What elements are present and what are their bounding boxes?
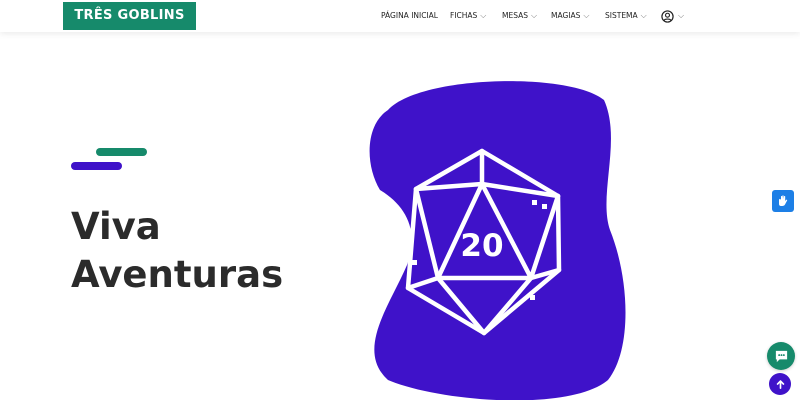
chevron-down-icon: ⌵	[531, 11, 538, 20]
back-to-top-button[interactable]	[769, 373, 791, 395]
headline-line-1: Viva	[71, 205, 161, 248]
nav-item-mesas[interactable]: MESAS ⌵	[502, 0, 537, 32]
chevron-down-icon: ⌵	[480, 11, 487, 20]
nav-item-label: SISTEMA	[605, 11, 638, 20]
accent-bar-purple	[71, 162, 122, 170]
nav-item-magias[interactable]: MAGIAS ⌵	[551, 0, 589, 32]
chevron-down-icon: ⌵	[640, 11, 647, 20]
nav-item-label: FICHAS	[450, 11, 478, 20]
nav-item-label: MESAS	[502, 11, 529, 20]
chevron-down-icon: ⌵	[583, 11, 590, 20]
brand-logo[interactable]: TRÊS GOBLINS	[63, 2, 196, 30]
chat-button[interactable]	[767, 342, 795, 370]
hero-headline: Viva Aventuras	[71, 203, 283, 299]
sign-language-icon	[779, 195, 788, 206]
accessibility-button[interactable]	[772, 190, 794, 212]
nav-item-pagina-inicial[interactable]: PÁGINA INICIAL	[381, 0, 438, 32]
nav-item-fichas[interactable]: FICHAS ⌵	[450, 0, 486, 32]
arrow-up-icon	[776, 379, 784, 389]
nav-item-label: MAGIAS	[551, 11, 581, 20]
user-menu[interactable]: ⌵	[661, 9, 684, 23]
chevron-down-icon: ⌵	[678, 11, 685, 20]
nav-item-sistema[interactable]: SISTEMA ⌵	[605, 0, 647, 32]
die-number: 20	[460, 228, 503, 264]
hero-illustration: 20	[369, 81, 626, 400]
accent-bar-green	[96, 148, 147, 156]
nav-item-label: PÁGINA INICIAL	[381, 11, 438, 20]
chat-icon	[775, 350, 787, 362]
user-circle-icon	[661, 9, 674, 23]
top-navbar: TRÊS GOBLINS PÁGINA INICIAL FICHAS ⌵ MES…	[0, 0, 800, 32]
headline-line-2: Aventuras	[71, 253, 284, 296]
